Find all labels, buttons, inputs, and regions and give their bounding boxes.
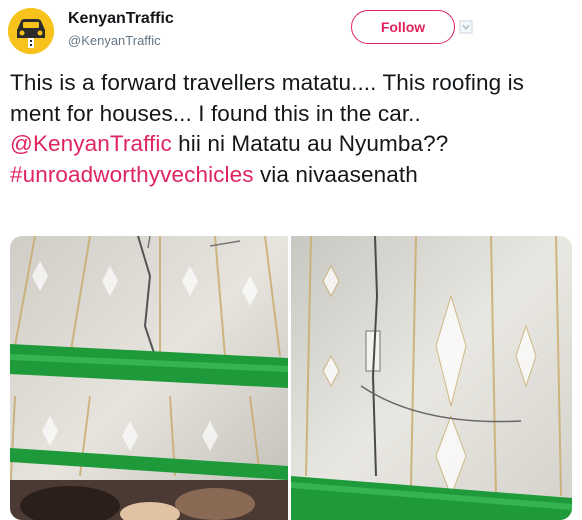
tweet-header: KenyanTraffic @KenyanTraffic Follow [0,0,582,60]
tweet-text-part: hii ni Matatu au Nyumba?? [171,131,449,156]
account-handle[interactable]: @KenyanTraffic [68,33,161,48]
avatar[interactable] [8,8,54,54]
account-name[interactable]: KenyanTraffic [68,10,174,28]
mention-link[interactable]: @KenyanTraffic [10,131,172,156]
hashtag-link[interactable]: #unroadworthyvechicles [10,162,254,187]
photo-right[interactable] [291,236,572,520]
tweet-text: This is a forward travellers matatu.... … [10,68,575,190]
matatu-ceiling-image [291,236,572,520]
tweet-text-part: This is a forward travellers matatu.... … [10,70,525,126]
chevron-down-icon[interactable] [459,20,473,34]
follow-button[interactable]: Follow [351,10,455,44]
matatu-ceiling-image [10,236,288,520]
photo-left[interactable] [10,236,288,520]
tweet-text-part: via nivaasenath [253,161,418,187]
traffic-car-logo-icon [8,8,54,54]
